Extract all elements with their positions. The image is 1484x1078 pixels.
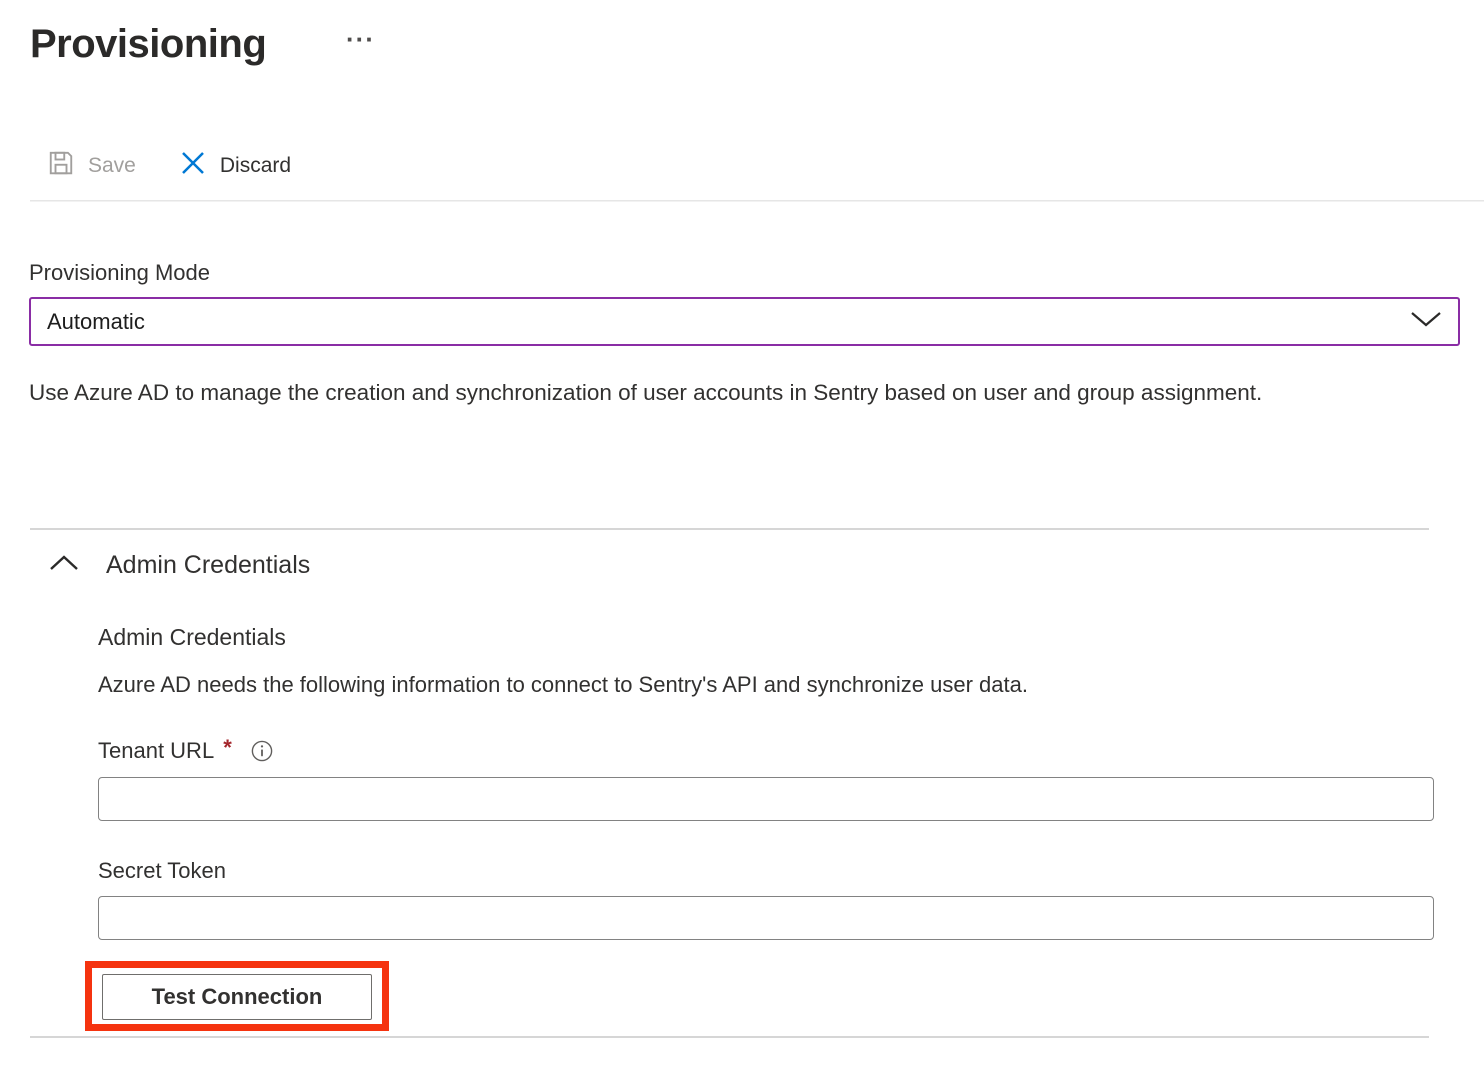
- secret-token-input[interactable]: [98, 896, 1434, 940]
- provisioning-mode-label: Provisioning Mode: [29, 260, 210, 286]
- section-divider-bottom: [30, 1036, 1429, 1038]
- chevron-up-icon: [48, 553, 80, 578]
- provisioning-mode-dropdown[interactable]: Automatic: [29, 297, 1460, 346]
- required-asterisk: *: [223, 735, 232, 761]
- more-options-button[interactable]: ···: [346, 24, 375, 55]
- toolbar-divider: [30, 200, 1484, 201]
- save-button[interactable]: Save: [46, 148, 136, 183]
- save-button-label: Save: [88, 154, 136, 178]
- dropdown-selected-value: Automatic: [47, 309, 145, 335]
- chevron-down-icon: [1410, 311, 1442, 333]
- section-divider-top: [30, 528, 1429, 530]
- admin-credentials-section-header[interactable]: Admin Credentials: [48, 551, 310, 580]
- admin-credentials-header-label: Admin Credentials: [106, 551, 310, 580]
- test-connection-button[interactable]: Test Connection: [102, 974, 372, 1020]
- discard-button-label: Discard: [220, 154, 291, 178]
- tenant-url-label-row: Tenant URL *: [98, 738, 273, 764]
- provisioning-mode-description: Use Azure AD to manage the creation and …: [29, 372, 1309, 413]
- page-title: Provisioning: [30, 22, 266, 67]
- discard-x-icon: [178, 148, 208, 183]
- admin-credentials-description: Azure AD needs the following information…: [98, 672, 1028, 698]
- discard-button[interactable]: Discard: [178, 148, 291, 183]
- save-icon: [46, 148, 76, 183]
- admin-credentials-subtitle: Admin Credentials: [98, 624, 286, 651]
- tenant-url-label: Tenant URL: [98, 738, 214, 764]
- info-icon[interactable]: [251, 740, 273, 762]
- command-bar: Save Discard: [46, 148, 291, 183]
- tenant-url-input[interactable]: [98, 777, 1434, 821]
- secret-token-label: Secret Token: [98, 858, 226, 884]
